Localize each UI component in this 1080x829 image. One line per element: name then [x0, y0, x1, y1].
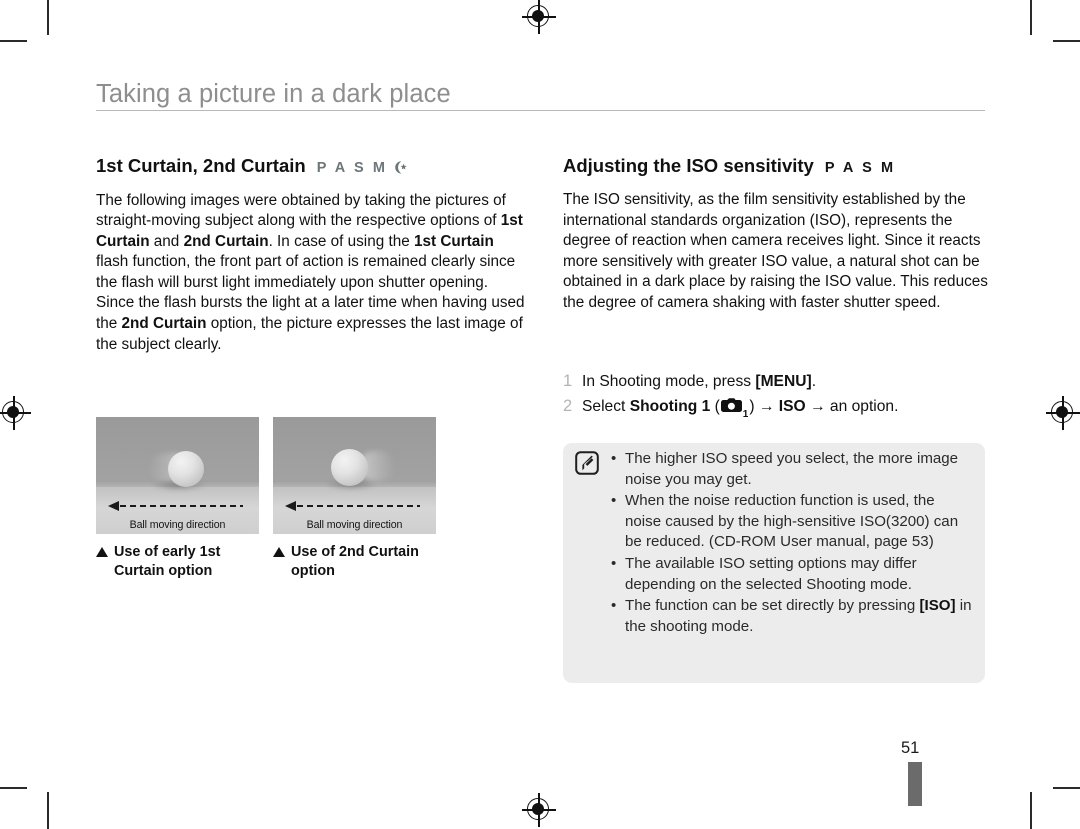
bullet-icon: •	[611, 597, 617, 615]
note-items: • The higher ISO speed you select, the m…	[611, 449, 973, 638]
left-section-heading: 1st Curtain, 2nd Curtain P A S M	[96, 155, 526, 178]
step-text-2: Select Shooting 1 (1) → ISO → an option.	[582, 394, 898, 427]
thumbnail-caption-1-text: Use of early 1st Curtain option	[114, 544, 221, 579]
bullet-icon: •	[611, 554, 617, 572]
step-item-1: 1 In Shooting mode, press [MENU].	[563, 369, 993, 394]
left-paragraph: The following images were obtained by ta…	[96, 191, 525, 353]
triangle-bullet-icon	[96, 547, 108, 557]
mode-badges-left: P A S M	[317, 159, 407, 178]
right-section-heading: Adjusting the ISO sensitivity P A S M	[563, 155, 988, 177]
ball-direction-arrow-2	[285, 501, 420, 511]
bullet-icon: •	[611, 450, 617, 467]
page-edge-tab	[908, 762, 922, 806]
thumbnail-block-1: Ball moving direction Use of early 1st C…	[96, 417, 259, 580]
triangle-bullet-icon	[273, 547, 285, 557]
page-title: Taking a picture in a dark place	[96, 80, 451, 108]
manual-page: Taking a picture in a dark place 1st Cur…	[0, 0, 1080, 829]
right-column: Adjusting the ISO sensitivity P A S M Th…	[563, 155, 988, 314]
note-item: • The higher ISO speed you select, the m…	[611, 449, 973, 490]
ball-direction-arrow-1	[108, 501, 243, 511]
bullet-icon: •	[611, 492, 617, 510]
note-pencil-icon	[575, 451, 599, 480]
thumbnail-inner-label-1: Ball moving direction	[129, 519, 226, 531]
note-item: • When the noise reduction function is u…	[611, 491, 973, 553]
camera-icon: 1	[720, 396, 748, 427]
page-number: 51	[901, 739, 920, 757]
title-divider	[96, 110, 985, 111]
right-section-heading-text: Adjusting the ISO sensitivity	[563, 155, 814, 176]
iso-note-box: • The higher ISO speed you select, the m…	[563, 443, 985, 683]
mode-badges-left-text: P A S M	[316, 160, 388, 176]
step-item-2: 2 Select Shooting 1 (1) → ISO → an optio…	[563, 394, 993, 427]
note-item: • The function can be set directly by pr…	[611, 596, 973, 637]
curtain-example-images: Ball moving direction Use of early 1st C…	[96, 417, 436, 580]
thumbnail-image-2nd-curtain: Ball moving direction	[273, 417, 436, 534]
note-item-text: The function can be set directly by pres…	[625, 597, 972, 635]
iso-steps-list: 1 In Shooting mode, press [MENU]. 2 Sele…	[563, 369, 993, 427]
mode-badges-right: P A S M	[824, 160, 896, 176]
note-item-text: When the noise reduction function is use…	[625, 492, 959, 551]
step-number-2: 2	[563, 397, 573, 415]
right-paragraph: The ISO sensitivity, as the film sensiti…	[563, 191, 988, 311]
thumbnail-caption-2: Use of 2nd Curtain option	[273, 543, 436, 580]
step-number-1: 1	[563, 372, 573, 390]
thumbnail-image-1st-curtain: Ball moving direction	[96, 417, 259, 534]
thumbnail-caption-1: Use of early 1st Curtain option	[96, 543, 259, 580]
thumbnail-inner-label-2: Ball moving direction	[306, 519, 403, 531]
note-item-text: The available ISO setting options may di…	[625, 554, 917, 593]
crescent-moon-star-icon	[391, 160, 407, 179]
note-item: • The available ISO setting options may …	[611, 554, 973, 595]
note-item-text: The higher ISO speed you select, the mor…	[625, 450, 959, 488]
left-column: 1st Curtain, 2nd Curtain P A S M The fol…	[96, 155, 526, 355]
thumbnail-caption-2-text: Use of 2nd Curtain option	[291, 544, 419, 579]
step-text-1: In Shooting mode, press [MENU].	[582, 373, 817, 390]
left-section-heading-text: 1st Curtain, 2nd Curtain	[96, 155, 306, 176]
thumbnail-block-2: Ball moving direction Use of 2nd Curtain…	[273, 417, 436, 580]
